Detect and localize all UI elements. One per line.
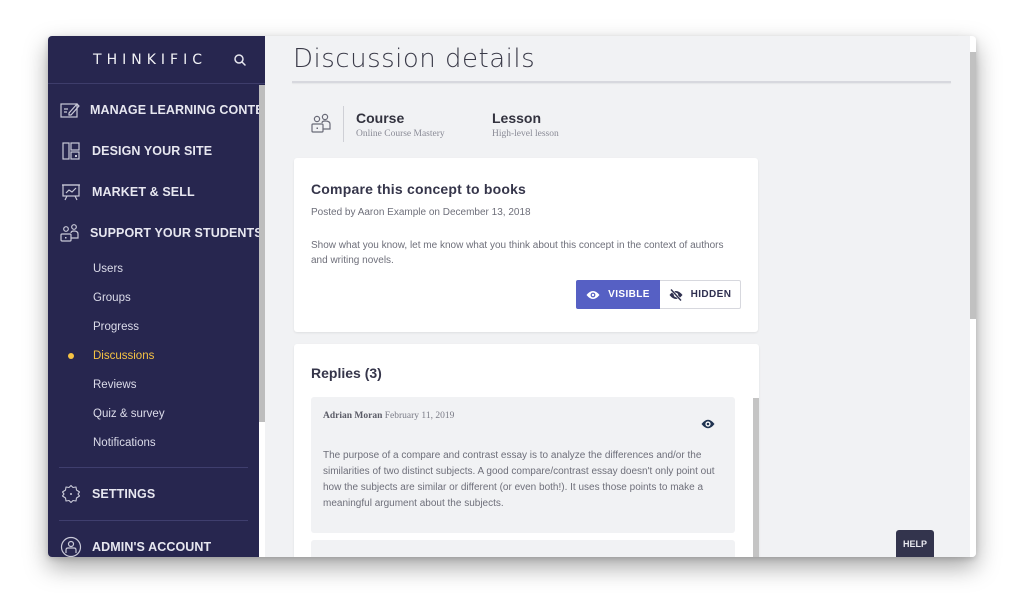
post-body: Show what you know, let me know what you… — [311, 240, 724, 266]
sidebar-subitem-label: Notifications — [93, 436, 156, 449]
sidebar-subitem-notifications[interactable]: Notifications — [48, 428, 259, 457]
main-scrollbar-thumb[interactable] — [970, 52, 976, 319]
sidebar-subitem-label: Discussions — [93, 349, 155, 362]
sidebar-item-support-your-students[interactable]: SUPPORT YOUR STUDENTS — [48, 212, 263, 253]
active-indicator-dot — [68, 353, 74, 359]
presentation-chart-icon — [60, 181, 82, 203]
layout-icon — [60, 140, 82, 162]
discussion-post-card: Compare this concept to books Posted by … — [294, 158, 758, 332]
sidebar-item-label: ADMIN'S ACCOUNT — [92, 540, 212, 554]
eye-slash-icon — [669, 288, 683, 301]
sidebar-subitem-quiz-survey[interactable]: Quiz & survey — [48, 399, 259, 428]
visible-label: VISIBLE — [608, 289, 650, 300]
sidebar-subitem-users[interactable]: Users — [48, 254, 259, 283]
replies-title: Replies (3) — [311, 365, 382, 381]
hidden-button[interactable]: HIDDEN — [660, 280, 741, 309]
sidebar-subitem-groups[interactable]: Groups — [48, 283, 259, 312]
main-content: Discussion details Course Online Course … — [265, 36, 976, 557]
reply-item — [311, 540, 735, 557]
sidebar-item-admins-account[interactable]: ADMIN'S ACCOUNT — [48, 521, 259, 557]
sidebar-subitem-label: Reviews — [93, 378, 137, 391]
discussion-meta: Course Online Course Mastery Lesson High… — [309, 104, 628, 144]
sidebar-item-label: SUPPORT YOUR STUDENTS — [90, 225, 263, 240]
sidebar-item-label: DESIGN YOUR SITE — [92, 143, 213, 158]
search-icon[interactable] — [233, 53, 247, 67]
course-value[interactable]: Online Course Mastery — [356, 129, 492, 139]
app-window: THINKIFIC MANAGE LEARNING CONTENT DESIGN… — [48, 36, 976, 557]
replies-card: Replies (3) Adrian Moran February 11, 20… — [294, 344, 759, 557]
help-button[interactable]: HELP — [896, 530, 934, 557]
sidebar-item-market-sell[interactable]: MARKET & SELL — [48, 171, 259, 212]
replies-scrollbar-thumb[interactable] — [753, 398, 759, 557]
sidebar-item-manage-learning-content[interactable]: MANAGE LEARNING CONTENT — [48, 89, 280, 130]
sidebar-subitem-label: Users — [93, 262, 124, 275]
user-circle-icon — [60, 536, 82, 557]
brand-logo[interactable]: THINKIFIC — [93, 52, 207, 68]
sidebar: THINKIFIC MANAGE LEARNING CONTENT DESIGN… — [48, 36, 280, 557]
lesson-value[interactable]: High-level lesson — [492, 129, 628, 139]
reply-item: Adrian Moran February 11, 2019 The purpo… — [311, 397, 735, 533]
sidebar-subitem-discussions[interactable]: Discussions — [48, 341, 259, 370]
eye-icon — [586, 290, 600, 299]
edit-board-icon — [60, 99, 80, 121]
sidebar-header: THINKIFIC — [48, 36, 265, 84]
meta-separator — [343, 106, 344, 142]
support-submenu: Users Groups Progress Discussions Review… — [48, 254, 259, 457]
sidebar-nav: MANAGE LEARNING CONTENT DESIGN YOUR SITE… — [48, 85, 280, 557]
sidebar-item-label: MARKET & SELL — [92, 184, 195, 199]
visibility-toggle: VISIBLE HIDDEN — [576, 280, 741, 309]
gear-icon — [60, 483, 82, 505]
reply-date: February 11, 2019 — [384, 411, 455, 421]
hidden-label: HIDDEN — [690, 289, 732, 300]
eye-icon[interactable] — [701, 417, 715, 431]
course-info: Course Online Course Mastery — [356, 110, 492, 139]
sidebar-item-settings[interactable]: SETTINGS — [48, 468, 259, 520]
course-label: Course — [356, 109, 405, 126]
sidebar-item-label: MANAGE LEARNING CONTENT — [90, 102, 281, 117]
main-scrollbar[interactable] — [970, 36, 976, 557]
sidebar-subitem-reviews[interactable]: Reviews — [48, 370, 259, 399]
reply-text: The purpose of a compare and contrast es… — [323, 450, 715, 509]
sidebar-subitem-label: Quiz & survey — [93, 407, 165, 420]
sidebar-subitem-progress[interactable]: Progress — [48, 312, 259, 341]
sidebar-item-design-your-site[interactable]: DESIGN YOUR SITE — [48, 130, 259, 171]
lesson-info: Lesson High-level lesson — [492, 110, 628, 139]
replies-scrollbar[interactable] — [753, 398, 759, 557]
title-divider — [292, 81, 951, 83]
post-byline: Posted by Aaron Example on December 13, … — [311, 207, 531, 218]
lesson-label: Lesson — [492, 109, 542, 126]
reply-author: Adrian Moran — [323, 411, 383, 421]
page-title: Discussion details — [293, 44, 536, 74]
post-title: Compare this concept to books — [311, 181, 527, 197]
sidebar-subitem-label: Groups — [93, 291, 131, 304]
reply-byline: Adrian Moran February 11, 2019 — [323, 411, 454, 421]
students-icon — [311, 113, 331, 133]
visible-button[interactable]: VISIBLE — [576, 280, 660, 309]
sidebar-subitem-label: Progress — [93, 320, 140, 333]
sidebar-item-label: SETTINGS — [92, 487, 156, 501]
students-icon — [60, 222, 80, 244]
